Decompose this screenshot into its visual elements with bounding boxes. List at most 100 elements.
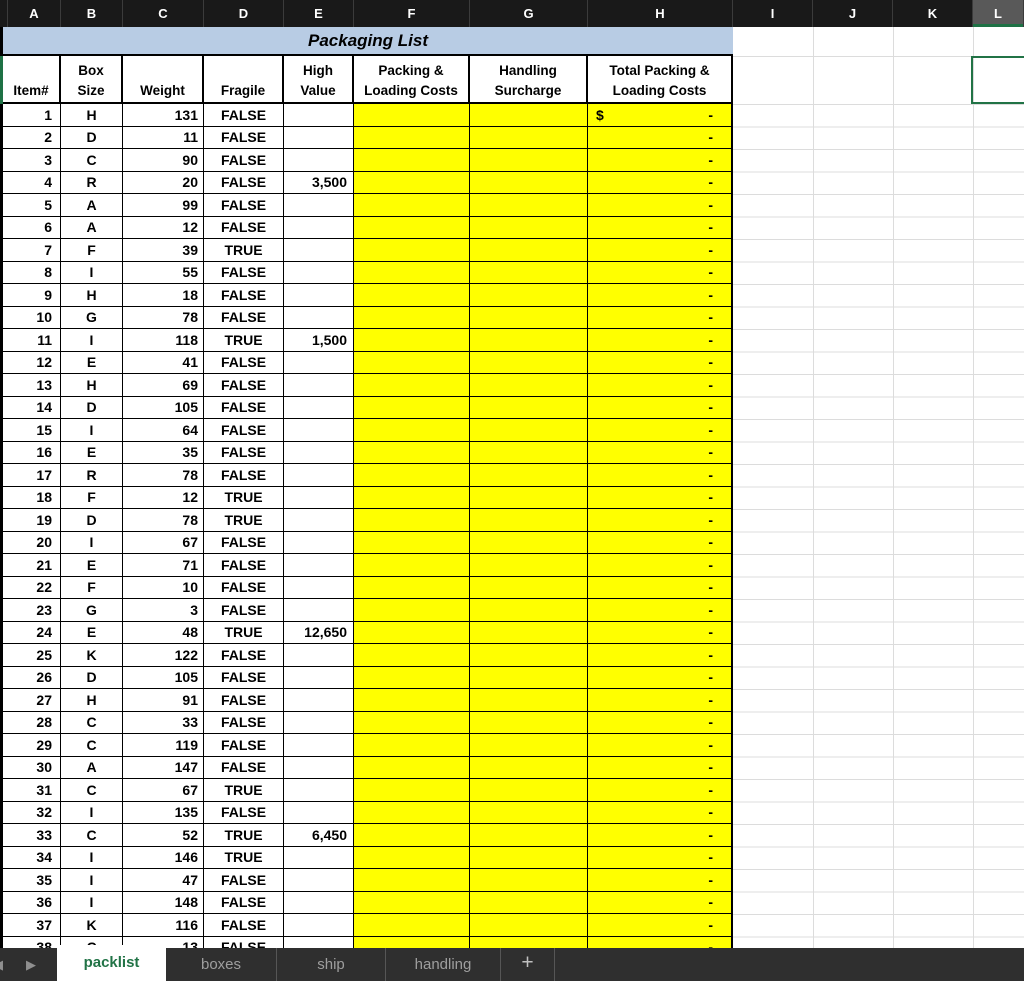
cell[interactable]: E — [61, 441, 123, 464]
cell[interactable] — [470, 284, 588, 307]
column-header-item[interactable]: Item# — [3, 56, 61, 102]
cell[interactable] — [284, 689, 354, 712]
cell-total[interactable]: - — [588, 396, 733, 419]
cell[interactable]: 24 — [3, 621, 61, 644]
cell[interactable]: 35 — [123, 441, 204, 464]
cell[interactable] — [354, 509, 470, 532]
cell-total[interactable]: - — [588, 261, 733, 284]
cell[interactable] — [354, 824, 470, 847]
cell[interactable] — [284, 306, 354, 329]
cell[interactable] — [354, 846, 470, 869]
cell[interactable]: G — [61, 306, 123, 329]
cell-total[interactable]: - — [588, 599, 733, 622]
cell[interactable] — [354, 779, 470, 802]
cell[interactable]: 3,500 — [284, 171, 354, 194]
cell[interactable]: FALSE — [204, 666, 284, 689]
cell[interactable] — [284, 531, 354, 554]
cell[interactable]: TRUE — [204, 486, 284, 509]
column-header-B[interactable]: B — [61, 0, 123, 27]
cell[interactable] — [470, 104, 588, 127]
cell[interactable] — [354, 126, 470, 149]
cell[interactable]: FALSE — [204, 284, 284, 307]
cell[interactable]: 15 — [3, 419, 61, 442]
cell-total[interactable]: - — [588, 576, 733, 599]
sheet-tab-boxes[interactable]: boxes — [166, 948, 277, 981]
add-sheet-button[interactable]: + — [501, 948, 555, 981]
cell[interactable]: TRUE — [204, 846, 284, 869]
cell[interactable]: 18 — [3, 486, 61, 509]
cell[interactable]: C — [61, 149, 123, 172]
cell-total[interactable]: - — [588, 239, 733, 262]
cell[interactable]: FALSE — [204, 104, 284, 127]
cell[interactable] — [354, 801, 470, 824]
cell[interactable] — [284, 576, 354, 599]
cell[interactable]: 78 — [123, 306, 204, 329]
cell[interactable] — [284, 666, 354, 689]
cell[interactable] — [470, 306, 588, 329]
cell[interactable] — [354, 261, 470, 284]
cell[interactable] — [470, 824, 588, 847]
cell[interactable] — [284, 284, 354, 307]
cell-total[interactable]: - — [588, 441, 733, 464]
cell[interactable]: FALSE — [204, 351, 284, 374]
cell[interactable]: 52 — [123, 824, 204, 847]
cell[interactable]: 2 — [3, 126, 61, 149]
column-header-handling-surcharge[interactable]: Handling Surcharge — [470, 56, 588, 102]
column-header-A[interactable]: A — [8, 0, 61, 27]
cell[interactable]: FALSE — [204, 914, 284, 937]
prev-sheet-icon[interactable]: ◀ — [0, 957, 3, 973]
cell[interactable] — [470, 441, 588, 464]
cell[interactable] — [470, 846, 588, 869]
cell[interactable]: A — [61, 216, 123, 239]
cell[interactable]: TRUE — [204, 779, 284, 802]
cell-total[interactable]: - — [588, 824, 733, 847]
cell[interactable]: 35 — [3, 869, 61, 892]
cell[interactable] — [284, 374, 354, 397]
cell[interactable]: 3 — [123, 599, 204, 622]
cell[interactable]: 25 — [3, 644, 61, 667]
cell[interactable]: 10 — [3, 306, 61, 329]
cell[interactable] — [354, 576, 470, 599]
cell[interactable]: 41 — [123, 351, 204, 374]
cell[interactable]: FALSE — [204, 644, 284, 667]
cell[interactable]: I — [61, 531, 123, 554]
cell[interactable] — [470, 396, 588, 419]
cell[interactable]: 1,500 — [284, 329, 354, 352]
cell[interactable]: 5 — [3, 194, 61, 217]
cell[interactable] — [470, 621, 588, 644]
cell[interactable]: FALSE — [204, 171, 284, 194]
cell[interactable] — [470, 666, 588, 689]
cell[interactable] — [470, 734, 588, 757]
cell[interactable]: I — [61, 846, 123, 869]
cell[interactable]: TRUE — [204, 329, 284, 352]
column-header-G[interactable]: G — [470, 0, 588, 27]
cell[interactable] — [284, 554, 354, 577]
cell[interactable] — [470, 576, 588, 599]
cell[interactable] — [470, 869, 588, 892]
next-sheet-icon[interactable]: ▶ — [26, 957, 36, 973]
cell[interactable]: 11 — [3, 329, 61, 352]
cell[interactable]: FALSE — [204, 419, 284, 442]
cell[interactable]: D — [61, 509, 123, 532]
cell[interactable]: FALSE — [204, 576, 284, 599]
cell[interactable]: 118 — [123, 329, 204, 352]
cell-total[interactable]: - — [588, 644, 733, 667]
cell-total[interactable]: - — [588, 509, 733, 532]
cell[interactable]: H — [61, 689, 123, 712]
cell[interactable] — [354, 284, 470, 307]
cell-total[interactable]: - — [588, 846, 733, 869]
cell[interactable]: K — [61, 644, 123, 667]
cell[interactable] — [354, 914, 470, 937]
cell[interactable]: 17 — [3, 464, 61, 487]
cell-total[interactable]: - — [588, 689, 733, 712]
cell[interactable]: H — [61, 374, 123, 397]
cell[interactable]: TRUE — [204, 509, 284, 532]
cell[interactable]: I — [61, 329, 123, 352]
cell[interactable]: FALSE — [204, 306, 284, 329]
cell[interactable]: 67 — [123, 531, 204, 554]
cell[interactable] — [284, 756, 354, 779]
cell[interactable]: 10 — [123, 576, 204, 599]
cell[interactable]: FALSE — [204, 441, 284, 464]
cell[interactable] — [470, 194, 588, 217]
cell[interactable]: FALSE — [204, 149, 284, 172]
